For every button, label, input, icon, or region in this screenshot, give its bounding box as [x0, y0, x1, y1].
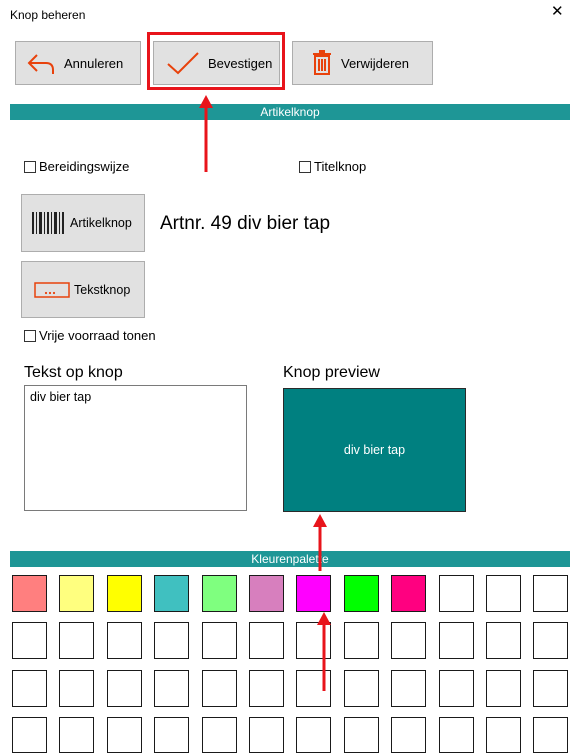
cancel-button[interactable]: Annuleren	[15, 41, 141, 85]
color-swatch[interactable]	[438, 622, 474, 660]
article-type-label: Artikelknop	[70, 216, 132, 230]
button-preview: div bier tap	[283, 388, 466, 512]
trash-icon	[313, 50, 331, 75]
color-swatch[interactable]	[12, 575, 47, 612]
color-swatch[interactable]	[154, 669, 190, 707]
color-swatch[interactable]	[343, 716, 379, 753]
color-swatch[interactable]	[12, 716, 47, 753]
color-swatch[interactable]	[533, 716, 569, 753]
color-swatch[interactable]	[249, 622, 284, 660]
color-swatch[interactable]	[486, 716, 521, 753]
color-swatch[interactable]	[59, 669, 95, 707]
confirm-highlight	[147, 32, 285, 90]
color-swatch[interactable]	[201, 716, 237, 753]
color-swatch[interactable]	[201, 669, 237, 707]
text-editor-heading: Tekst op knop	[24, 364, 123, 381]
color-swatch[interactable]	[438, 669, 474, 707]
color-swatch[interactable]	[343, 575, 379, 612]
preparation-label: Bereidingswijze	[39, 159, 130, 174]
color-swatch[interactable]	[59, 622, 95, 660]
window-title: Knop beheren	[10, 8, 86, 22]
checkbox-box[interactable]	[24, 160, 36, 173]
color-swatch[interactable]	[249, 575, 284, 612]
preview-heading: Knop preview	[283, 364, 380, 381]
delete-button[interactable]: Verwijderen	[292, 41, 433, 85]
color-swatch[interactable]	[154, 575, 190, 612]
barcode-icon	[32, 212, 64, 234]
color-swatch[interactable]	[296, 575, 332, 612]
annotation-arrow-icon	[317, 612, 331, 691]
color-swatch[interactable]	[154, 716, 190, 753]
color-swatch[interactable]	[486, 622, 521, 660]
preparation-checkbox[interactable]: Bereidingswijze	[24, 159, 129, 174]
color-swatch[interactable]	[106, 669, 142, 707]
color-swatch[interactable]	[438, 716, 474, 753]
color-swatch[interactable]	[249, 716, 284, 753]
preview-label: div bier tap	[343, 443, 406, 457]
color-swatch[interactable]	[438, 575, 474, 612]
color-swatch[interactable]	[391, 669, 427, 707]
checkbox-box[interactable]	[299, 160, 311, 173]
annotation-arrow-icon	[199, 95, 213, 172]
color-swatch[interactable]	[59, 575, 95, 612]
color-swatch[interactable]	[106, 716, 142, 753]
title-button-label: Titelknop	[314, 159, 367, 174]
title-button-checkbox[interactable]: Titelknop	[299, 159, 366, 174]
annotation-arrow-icon	[313, 514, 327, 571]
color-swatch[interactable]	[106, 575, 142, 612]
color-swatch[interactable]	[533, 622, 569, 660]
article-type-button[interactable]: Artikelknop	[21, 194, 145, 252]
color-swatch[interactable]	[201, 622, 237, 660]
color-swatch[interactable]	[533, 575, 569, 612]
close-icon[interactable]: ✕	[551, 4, 564, 20]
color-swatch[interactable]	[296, 716, 332, 753]
text-type-label: Tekstknop	[74, 282, 131, 297]
color-swatch[interactable]	[391, 716, 427, 753]
button-text-input[interactable]: div bier tap	[24, 385, 247, 511]
color-swatch[interactable]	[249, 669, 284, 707]
color-swatch[interactable]	[12, 669, 47, 707]
text-type-button[interactable]: Tekstknop	[21, 261, 145, 318]
color-swatch[interactable]	[343, 669, 379, 707]
color-swatch[interactable]	[391, 622, 427, 660]
color-swatch[interactable]	[154, 622, 190, 660]
color-swatch[interactable]	[486, 575, 521, 612]
free-stock-checkbox[interactable]: Vrije voorraad tonen	[24, 328, 156, 343]
color-swatch[interactable]	[533, 669, 569, 707]
cancel-label: Annuleren	[64, 55, 124, 71]
section-header-kleurenpalette: Kleurenpalette	[10, 551, 570, 567]
color-swatch[interactable]	[106, 622, 142, 660]
color-swatch[interactable]	[201, 575, 237, 612]
delete-label: Verwijderen	[341, 55, 409, 71]
button-text-value: div bier tap	[30, 390, 92, 404]
color-swatch[interactable]	[12, 622, 47, 660]
article-info: Artnr. 49 div bier tap	[160, 213, 331, 234]
checkbox-box[interactable]	[24, 329, 36, 342]
section-header-artikelknop: Artikelknop	[10, 104, 570, 120]
color-swatch[interactable]	[59, 716, 95, 753]
color-swatch[interactable]	[391, 575, 427, 612]
free-stock-label: Vrije voorraad tonen	[39, 328, 156, 343]
color-swatch[interactable]	[343, 622, 379, 660]
undo-arrow-icon	[27, 54, 54, 74]
textbox-icon	[34, 281, 70, 298]
color-swatch[interactable]	[486, 669, 521, 707]
